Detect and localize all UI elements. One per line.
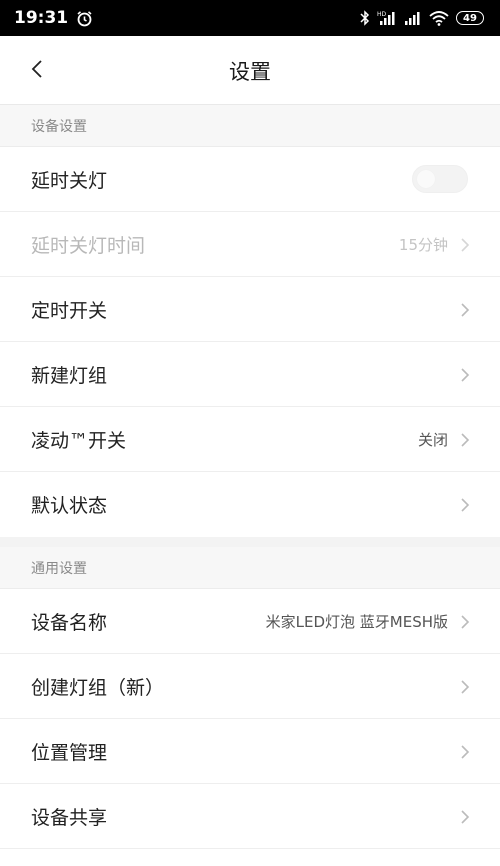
chevron-right-icon [460,809,470,825]
row-new-light-group[interactable]: 新建灯组 [0,342,500,407]
toggle-knob [417,170,435,188]
row-delay-off-time[interactable]: 延时关灯时间 15分钟 [0,212,500,277]
row-label: 延时关灯 [31,170,108,192]
row-delay-off: 延时关灯 [0,147,500,212]
row-schedule[interactable]: 定时开关 [0,277,500,342]
row-label: 位置管理 [31,742,108,764]
row-label: 延时关灯时间 [31,235,146,257]
section-header-general: 通用设置 [0,547,500,589]
alarm-icon [76,10,93,27]
chevron-left-icon [31,59,43,83]
row-device-name[interactable]: 设备名称 米家LED灯泡 蓝牙MESH版 [0,589,500,654]
chevron-right-icon [460,744,470,760]
row-right [460,719,470,784]
chevron-right-icon [460,497,470,513]
row-default-state[interactable]: 默认状态 [0,472,500,537]
row-label: 定时开关 [31,300,108,322]
status-left: 19:31 [14,8,93,28]
row-right [460,784,470,849]
page-title: 设置 [229,59,271,84]
row-right: 关闭 [418,407,470,472]
row-right: 米家LED灯泡 蓝牙MESH版 [266,589,470,654]
chevron-right-icon [460,432,470,448]
row-location-management[interactable]: 位置管理 [0,719,500,784]
row-label: 设备名称 [31,612,108,634]
signal-icon [404,10,422,26]
row-right [460,654,470,719]
chevron-right-icon [460,367,470,383]
row-right [460,342,470,407]
row-value: 米家LED灯泡 蓝牙MESH版 [265,613,448,631]
row-value: 15分钟 [398,236,448,254]
row-right: 15分钟 [399,212,470,277]
bluetooth-icon [360,10,370,26]
row-value: 关闭 [417,431,448,449]
chevron-right-icon [460,679,470,695]
wifi-icon [429,10,449,26]
chevron-right-icon [460,237,470,253]
hd-signal-icon: HD [377,10,397,26]
chevron-right-icon [460,302,470,318]
section-divider [0,537,500,547]
row-label: 凌动™开关 [31,430,127,452]
row-label: 设备共享 [31,807,108,829]
row-label: 新建灯组 [31,365,108,387]
battery-icon: 49 [456,11,484,25]
title-bar: 设置 [0,36,500,105]
status-right: HD 49 [360,10,484,26]
row-right [460,472,470,537]
delay-off-toggle[interactable] [412,165,468,193]
row-right [460,277,470,342]
back-button[interactable] [22,56,52,86]
clock: 19:31 [14,8,69,28]
row-label: 默认状态 [31,495,108,517]
row-create-light-group[interactable]: 创建灯组（新） [0,654,500,719]
status-bar: 19:31 HD 49 [0,0,500,36]
row-label: 创建灯组（新） [31,677,165,699]
row-linkage-switch[interactable]: 凌动™开关 关闭 [0,407,500,472]
chevron-right-icon [460,614,470,630]
row-device-sharing[interactable]: 设备共享 [0,784,500,849]
section-header-device: 设备设置 [0,105,500,147]
svg-text:HD: HD [377,11,387,18]
